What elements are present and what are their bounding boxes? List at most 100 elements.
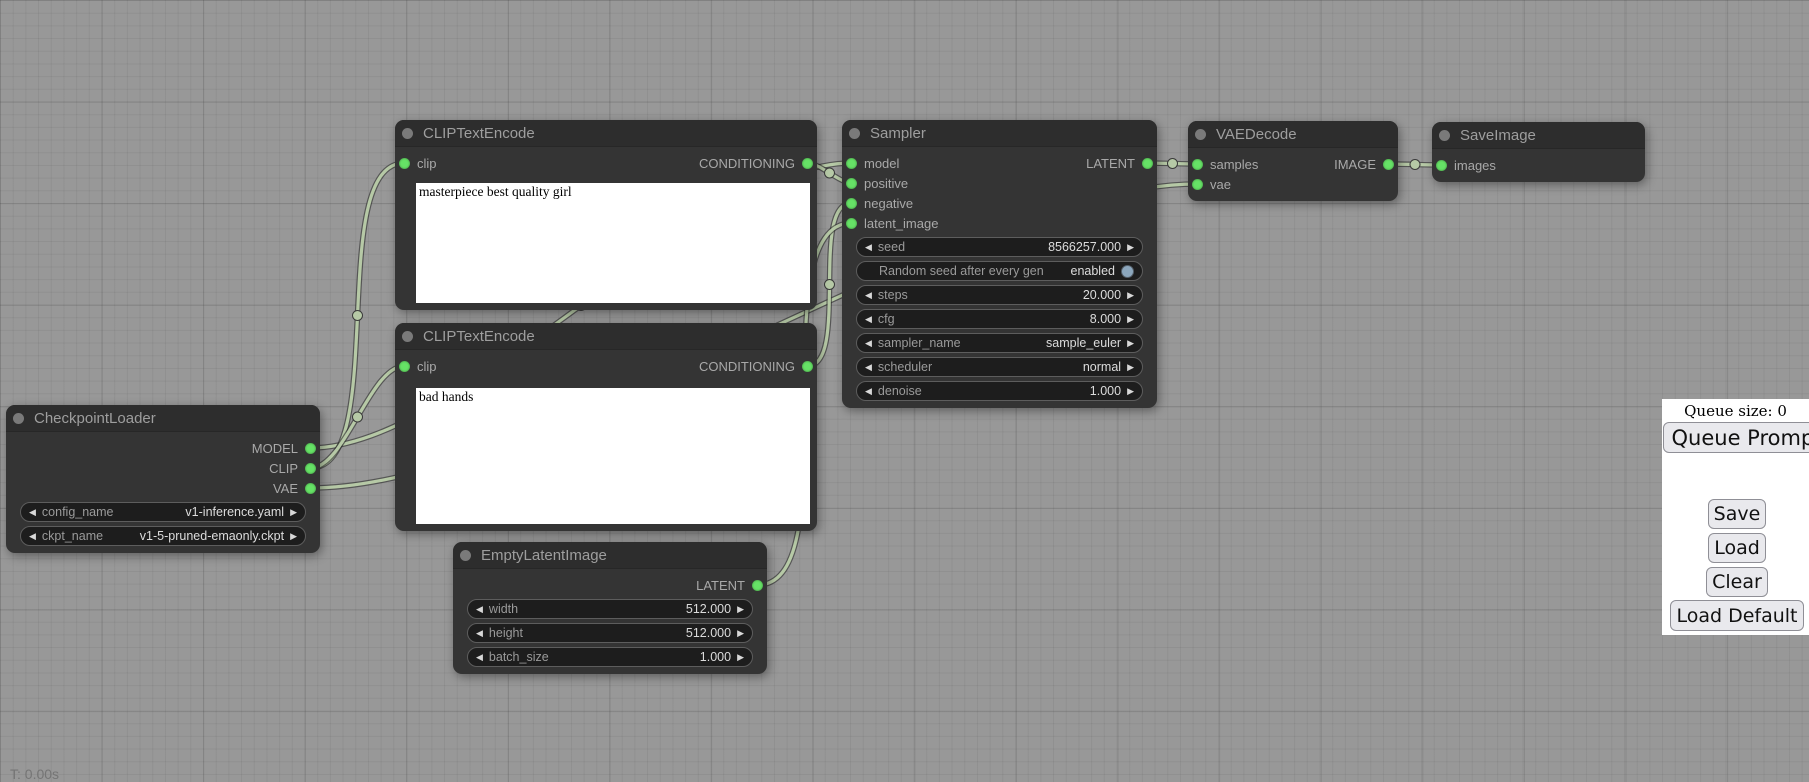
collapse-dot-icon[interactable] bbox=[460, 550, 471, 561]
widget-left-arrow-icon[interactable]: ◀ bbox=[476, 605, 483, 614]
input-port-images[interactable] bbox=[1436, 160, 1447, 171]
input-port-samples[interactable] bbox=[1192, 159, 1203, 170]
widget-left-arrow-icon[interactable]: ◀ bbox=[29, 508, 36, 517]
widget-right-arrow-icon[interactable]: ▶ bbox=[737, 605, 744, 614]
widget-right-arrow-icon[interactable]: ▶ bbox=[1127, 387, 1134, 396]
output-slot-label: LATENT bbox=[696, 578, 745, 593]
output-port-latent[interactable] bbox=[752, 580, 763, 591]
output-port-image[interactable] bbox=[1383, 159, 1394, 170]
widget-left-arrow-icon[interactable]: ◀ bbox=[865, 387, 872, 396]
widget-label: sampler_name bbox=[878, 336, 961, 350]
input-port-vae[interactable] bbox=[1192, 179, 1203, 190]
widget-cfg[interactable]: ◀cfg8.000▶ bbox=[856, 309, 1143, 329]
node-empty-latent-image[interactable]: EmptyLatentImageLATENT◀width512.000▶◀hei… bbox=[453, 542, 767, 674]
widget-label: steps bbox=[878, 288, 908, 302]
node-title-bar[interactable]: CLIPTextEncode bbox=[395, 120, 817, 147]
node-sampler[interactable]: SamplermodelLATENTpositivenegativelatent… bbox=[842, 120, 1157, 408]
node-title-bar[interactable]: CheckpointLoader bbox=[6, 405, 320, 432]
widget-value: 8.000 bbox=[1090, 312, 1121, 326]
input-port-positive[interactable] bbox=[846, 178, 857, 189]
widget-right-arrow-icon[interactable]: ▶ bbox=[1127, 339, 1134, 348]
widget-right-arrow-icon[interactable]: ▶ bbox=[1127, 363, 1134, 372]
widget-right-arrow-icon[interactable]: ▶ bbox=[737, 629, 744, 638]
slot-row: clipCONDITIONING bbox=[395, 356, 817, 376]
widget-label: height bbox=[489, 626, 523, 640]
node-clip-text-encode-positive[interactable]: CLIPTextEncode clipCONDITIONING masterpiec… bbox=[395, 120, 817, 310]
collapse-dot-icon[interactable] bbox=[13, 413, 24, 424]
widget-left-arrow-icon[interactable]: ◀ bbox=[865, 339, 872, 348]
widget-seed[interactable]: ◀seed8566257.000▶ bbox=[856, 237, 1143, 257]
output-port-model[interactable] bbox=[305, 443, 316, 454]
widget-right-arrow-icon[interactable]: ▶ bbox=[290, 508, 297, 517]
output-port-latent[interactable] bbox=[1142, 158, 1153, 169]
output-slot-vae: VAE bbox=[273, 481, 316, 496]
widget-left-arrow-icon[interactable]: ◀ bbox=[29, 532, 36, 541]
widget-batch-size[interactable]: ◀batch_size1.000▶ bbox=[467, 647, 753, 667]
widget-value: 512.000 bbox=[686, 626, 731, 640]
slot-row: MODEL bbox=[6, 438, 320, 458]
input-port-model[interactable] bbox=[846, 158, 857, 169]
node-title-text: Sampler bbox=[870, 125, 926, 142]
node-title-bar[interactable]: Sampler bbox=[842, 120, 1157, 147]
output-port-conditioning[interactable] bbox=[802, 158, 813, 169]
widget-right-arrow-icon[interactable]: ▶ bbox=[1127, 291, 1134, 300]
load-default-button[interactable]: Load Default bbox=[1670, 600, 1804, 631]
collapse-dot-icon[interactable] bbox=[402, 128, 413, 139]
collapse-dot-icon[interactable] bbox=[1439, 130, 1450, 141]
node-title-bar[interactable]: VAEDecode bbox=[1188, 121, 1398, 148]
widget-sampler-name[interactable]: ◀sampler_namesample_euler▶ bbox=[856, 333, 1143, 353]
slot-row: clipCONDITIONING bbox=[395, 153, 817, 173]
clear-button[interactable]: Clear bbox=[1706, 567, 1768, 597]
widget-left-arrow-icon[interactable]: ◀ bbox=[865, 363, 872, 372]
node-vae-decode[interactable]: VAEDecodesamplesIMAGEvae bbox=[1188, 121, 1398, 201]
input-port-clip[interactable] bbox=[399, 361, 410, 372]
widget-left-arrow-icon[interactable]: ◀ bbox=[865, 291, 872, 300]
slot-row: VAE bbox=[6, 478, 320, 498]
node-title-text: EmptyLatentImage bbox=[481, 547, 607, 564]
widget-random-seed-after-every-gen[interactable]: Random seed after every genenabled bbox=[856, 261, 1143, 281]
widget-config-name[interactable]: ◀config_namev1-inference.yaml▶ bbox=[20, 502, 306, 522]
node-title-text: CheckpointLoader bbox=[34, 410, 156, 427]
widget-left-arrow-icon[interactable]: ◀ bbox=[476, 653, 483, 662]
input-slot-model: model bbox=[846, 156, 899, 171]
node-clip-text-encode-negative[interactable]: CLIPTextEncode clipCONDITIONING bad hands bbox=[395, 323, 817, 531]
widget-left-arrow-icon[interactable]: ◀ bbox=[865, 315, 872, 324]
output-port-clip[interactable] bbox=[305, 463, 316, 474]
node-body: LATENT◀width512.000▶◀height512.000▶◀batc… bbox=[453, 569, 767, 674]
node-checkpoint-loader[interactable]: CheckpointLoaderMODELCLIPVAE◀config_name… bbox=[6, 405, 320, 553]
save-button[interactable]: Save bbox=[1708, 499, 1766, 529]
collapse-dot-icon[interactable] bbox=[1195, 129, 1206, 140]
widget-denoise[interactable]: ◀denoise1.000▶ bbox=[856, 381, 1143, 401]
node-title-text: VAEDecode bbox=[1216, 126, 1297, 143]
collapse-dot-icon[interactable] bbox=[402, 331, 413, 342]
prompt-textarea[interactable]: masterpiece best quality girl bbox=[416, 183, 810, 303]
node-title-bar[interactable]: SaveImage bbox=[1432, 122, 1645, 149]
widget-right-arrow-icon[interactable]: ▶ bbox=[1127, 315, 1134, 324]
widget-label: denoise bbox=[878, 384, 922, 398]
collapse-dot-icon[interactable] bbox=[849, 128, 860, 139]
widget-left-arrow-icon[interactable]: ◀ bbox=[476, 629, 483, 638]
widget-right-arrow-icon[interactable]: ▶ bbox=[1127, 243, 1134, 252]
toggle-knob-icon[interactable] bbox=[1121, 265, 1134, 278]
widget-value: v1-inference.yaml bbox=[185, 505, 284, 519]
node-title-bar[interactable]: CLIPTextEncode bbox=[395, 323, 817, 350]
widget-height[interactable]: ◀ height 512.000 ▶ bbox=[467, 623, 753, 643]
widget-scheduler[interactable]: ◀schedulernormal▶ bbox=[856, 357, 1143, 377]
node-save-image[interactable]: SaveImageimages bbox=[1432, 122, 1645, 182]
widget-right-arrow-icon[interactable]: ▶ bbox=[737, 653, 744, 662]
input-port-negative[interactable] bbox=[846, 198, 857, 209]
widget-width[interactable]: ◀width512.000▶ bbox=[467, 599, 753, 619]
node-title-bar[interactable]: EmptyLatentImage bbox=[453, 542, 767, 569]
output-slot-image: IMAGE bbox=[1334, 157, 1394, 172]
input-port-clip[interactable] bbox=[399, 158, 410, 169]
output-port-vae[interactable] bbox=[305, 483, 316, 494]
widget-ckpt-name[interactable]: ◀ckpt_namev1-5-pruned-emaonly.ckpt▶ bbox=[20, 526, 306, 546]
widget-steps[interactable]: ◀steps20.000▶ bbox=[856, 285, 1143, 305]
output-port-conditioning[interactable] bbox=[802, 361, 813, 372]
widget-right-arrow-icon[interactable]: ▶ bbox=[290, 532, 297, 541]
load-button[interactable]: Load bbox=[1708, 533, 1766, 563]
queue-prompt-button[interactable]: Queue Prompt bbox=[1663, 422, 1809, 453]
prompt-textarea[interactable]: bad hands bbox=[416, 388, 810, 524]
input-port-latent_image[interactable] bbox=[846, 218, 857, 229]
widget-left-arrow-icon[interactable]: ◀ bbox=[865, 243, 872, 252]
